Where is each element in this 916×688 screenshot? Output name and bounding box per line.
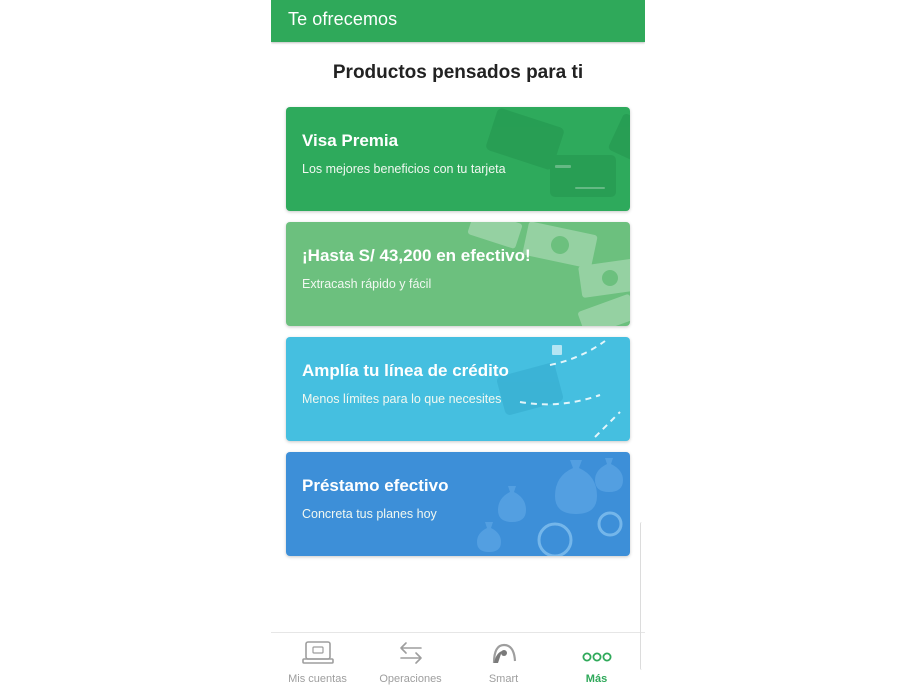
product-card-visa-premia[interactable]: Visa Premia Los mejores beneficios con t…	[286, 107, 630, 211]
credit-card-icon	[486, 108, 630, 197]
nav-label: Operaciones	[379, 673, 442, 685]
money-bag-icon	[477, 458, 623, 556]
nav-item-smart[interactable]: Smart	[457, 633, 550, 688]
nav-label: Más	[585, 673, 608, 685]
card-subtitle: Menos límites para lo que necesites	[302, 392, 502, 406]
banknotes-icon	[467, 222, 630, 326]
more-dots-icon	[582, 652, 612, 662]
nav-item-operaciones[interactable]: Operaciones	[364, 633, 457, 688]
card-subtitle: Extracash rápido y fácil	[302, 277, 432, 291]
nav-label: Smart	[488, 673, 519, 685]
nav-item-mis-cuentas[interactable]: Mis cuentas	[271, 633, 364, 688]
smart-icon	[492, 643, 517, 664]
card-subtitle: Los mejores beneficios con tu tarjeta	[302, 162, 506, 176]
top-app-bar: Te ofrecemos	[271, 0, 645, 42]
card-title: Amplía tu línea de crédito	[302, 361, 509, 380]
transfer-arrows-icon	[400, 642, 422, 664]
nav-label: Mis cuentas	[288, 673, 347, 685]
page-title: Te ofrecemos	[288, 9, 398, 29]
card-title: Préstamo efectivo	[302, 476, 449, 495]
card-title: Visa Premia	[302, 131, 399, 150]
product-card-loan[interactable]: Préstamo efectivo Concreta tus planes ho…	[286, 452, 630, 556]
accounts-icon	[302, 641, 334, 664]
scroll-edge	[640, 522, 645, 670]
card-upgrade-icon	[496, 340, 621, 438]
card-subtitle: Concreta tus planes hoy	[302, 507, 437, 521]
app-screen: Te ofrecemos Productos pensados para ti …	[271, 0, 645, 688]
bottom-navigation: Mis cuentas Operaciones Smart Más	[271, 632, 645, 688]
nav-item-mas[interactable]: Más	[550, 633, 643, 688]
section-title: Productos pensados para ti	[332, 62, 584, 83]
card-title: ¡Hasta S/ 43,200 en efectivo!	[302, 246, 531, 265]
product-card-credit-line[interactable]: Amplía tu línea de crédito Menos límites…	[286, 337, 630, 441]
product-card-extracash[interactable]: ¡Hasta S/ 43,200 en efectivo! Extracash …	[286, 222, 630, 326]
